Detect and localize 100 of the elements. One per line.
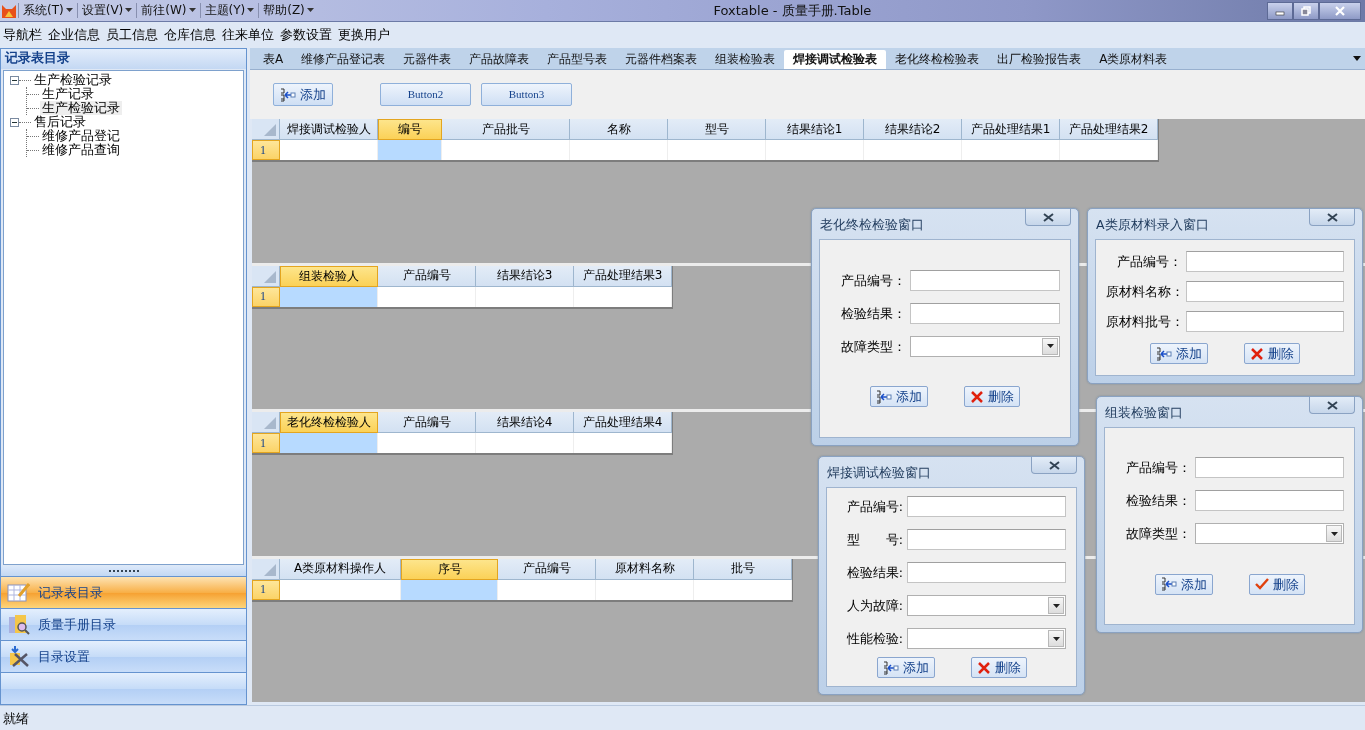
column-header[interactable]: 产品处理结果4: [574, 412, 672, 433]
input-field[interactable]: [1186, 281, 1344, 302]
dialog-title: A类原材料录入窗口: [1095, 216, 1209, 232]
nav-link[interactable]: 往来单位: [222, 26, 274, 42]
close-button[interactable]: [1309, 397, 1355, 414]
column-header[interactable]: 结果结论1: [766, 119, 864, 140]
corner-header[interactable]: [252, 265, 280, 287]
input-field[interactable]: [1186, 311, 1344, 332]
menu-item[interactable]: 主题(Y): [199, 3, 259, 18]
dropdown-field[interactable]: [910, 335, 1060, 357]
menu-item[interactable]: 系统(T): [18, 3, 77, 18]
triangle-icon: [264, 124, 276, 136]
tab[interactable]: A类原材料表: [1090, 49, 1177, 69]
input-field[interactable]: [1195, 457, 1344, 479]
tree-item[interactable]: 生产检验记录: [40, 101, 122, 115]
tab[interactable]: 表A: [254, 49, 293, 69]
collapse-icon[interactable]: [10, 117, 19, 127]
column-header[interactable]: 产品编号: [378, 265, 476, 287]
column-header[interactable]: 批号: [694, 558, 792, 580]
column-header[interactable]: 产品处理结果2: [1060, 119, 1158, 140]
column-header[interactable]: 名称: [570, 119, 668, 140]
column-header[interactable]: A类原材料操作人: [280, 558, 401, 580]
nav-link[interactable]: 员工信息: [106, 26, 158, 42]
minimize-button[interactable]: [1267, 1, 1293, 20]
toolbar-button[interactable]: Button2: [380, 83, 471, 106]
menu-item[interactable]: 帮助(Z): [258, 3, 318, 18]
column-header[interactable]: 焊接调试检验人: [280, 119, 378, 140]
column-header[interactable]: 结果结论4: [476, 412, 574, 433]
table-cell[interactable]: [401, 579, 498, 600]
nav-link[interactable]: 参数设置: [280, 26, 332, 42]
nav-link[interactable]: 导航栏: [3, 26, 42, 42]
dialog-button[interactable]: 添加: [870, 386, 928, 408]
tree-item[interactable]: 生产检验记录: [32, 73, 114, 87]
close-button[interactable]: [1309, 209, 1355, 226]
corner-header[interactable]: [252, 412, 280, 433]
column-header[interactable]: 型号: [668, 119, 766, 140]
tree-item[interactable]: 维修产品查询: [40, 143, 122, 157]
maximize-button[interactable]: [1293, 1, 1319, 20]
toolbar-button[interactable]: 添加: [273, 83, 333, 106]
column-header[interactable]: 老化终检检验人: [280, 412, 378, 433]
dialog-button[interactable]: 添加: [1154, 573, 1213, 595]
corner-header[interactable]: [252, 119, 280, 140]
tree-item[interactable]: 维修产品登记: [40, 129, 122, 143]
collapse-icon[interactable]: [10, 75, 19, 85]
tab[interactable]: 组装检验表: [706, 49, 785, 69]
dialog-button[interactable]: 删除: [970, 657, 1027, 678]
dropdown-field[interactable]: [907, 628, 1066, 649]
dropdown-arrow-icon[interactable]: [1353, 55, 1361, 61]
dropdown-field[interactable]: [907, 595, 1066, 616]
input-field[interactable]: [910, 302, 1060, 324]
dropdown-field[interactable]: [1195, 523, 1344, 545]
column-header[interactable]: 序号: [401, 558, 498, 580]
column-header[interactable]: 产品批号: [442, 119, 570, 140]
toolbar-button[interactable]: Button3: [481, 83, 572, 106]
tab[interactable]: 维修产品登记表: [292, 49, 395, 69]
column-header[interactable]: 产品编号: [498, 558, 596, 580]
dialog-button[interactable]: 添加: [876, 657, 935, 678]
tab[interactable]: 焊接调试检验表: [784, 49, 887, 69]
field-label: 检验结果:: [845, 565, 904, 580]
menu-item[interactable]: 设置(V): [76, 3, 137, 18]
input-field[interactable]: [907, 562, 1066, 583]
dialog-button[interactable]: 删除: [964, 386, 1020, 408]
nav-button[interactable]: 目录设置: [1, 640, 246, 672]
nav-link[interactable]: 仓库信息: [164, 26, 216, 42]
menu-item[interactable]: 前往(W): [136, 3, 200, 18]
column-header[interactable]: 原材料名称: [596, 558, 694, 580]
input-field[interactable]: [907, 529, 1066, 550]
tree-item[interactable]: 生产记录: [40, 87, 96, 101]
tab[interactable]: 产品故障表: [460, 49, 539, 69]
tab[interactable]: 出厂检验报告表: [988, 49, 1091, 69]
tab[interactable]: 元器件档案表: [616, 49, 707, 69]
dialog-button[interactable]: 删除: [1244, 343, 1300, 364]
input-field[interactable]: [907, 496, 1066, 517]
column-header[interactable]: 产品处理结果1: [962, 119, 1060, 140]
input-field[interactable]: [910, 269, 1060, 291]
tab[interactable]: 老化终检检验表: [886, 49, 989, 69]
table-cell[interactable]: [280, 286, 378, 307]
nav-link[interactable]: 更换用户: [338, 26, 390, 42]
dialog-button[interactable]: 添加: [1150, 343, 1208, 364]
column-header[interactable]: 产品处理结果3: [574, 265, 672, 287]
input-field[interactable]: [1186, 251, 1344, 272]
close-button[interactable]: [1025, 209, 1071, 226]
tab[interactable]: 元器件表: [394, 49, 461, 69]
column-header[interactable]: 组装检验人: [280, 265, 378, 287]
column-header[interactable]: 编号: [378, 119, 442, 140]
tab[interactable]: 产品型号表: [538, 49, 617, 69]
table-cell[interactable]: [280, 433, 378, 453]
column-header[interactable]: 产品编号: [378, 412, 476, 433]
nav-link[interactable]: 企业信息: [48, 26, 100, 42]
table-cell[interactable]: [378, 140, 442, 160]
close-button[interactable]: [1319, 1, 1361, 20]
column-header[interactable]: 结果结论3: [476, 265, 574, 287]
nav-button[interactable]: 记录表目录: [1, 576, 246, 608]
nav-button[interactable]: 质量手册目录: [1, 608, 246, 640]
corner-header[interactable]: [252, 558, 280, 580]
tree-item[interactable]: 售后记录: [32, 115, 88, 129]
dialog-button[interactable]: 删除: [1248, 573, 1305, 595]
input-field[interactable]: [1195, 490, 1344, 512]
close-button[interactable]: [1031, 457, 1077, 474]
column-header[interactable]: 结果结论2: [864, 119, 962, 140]
